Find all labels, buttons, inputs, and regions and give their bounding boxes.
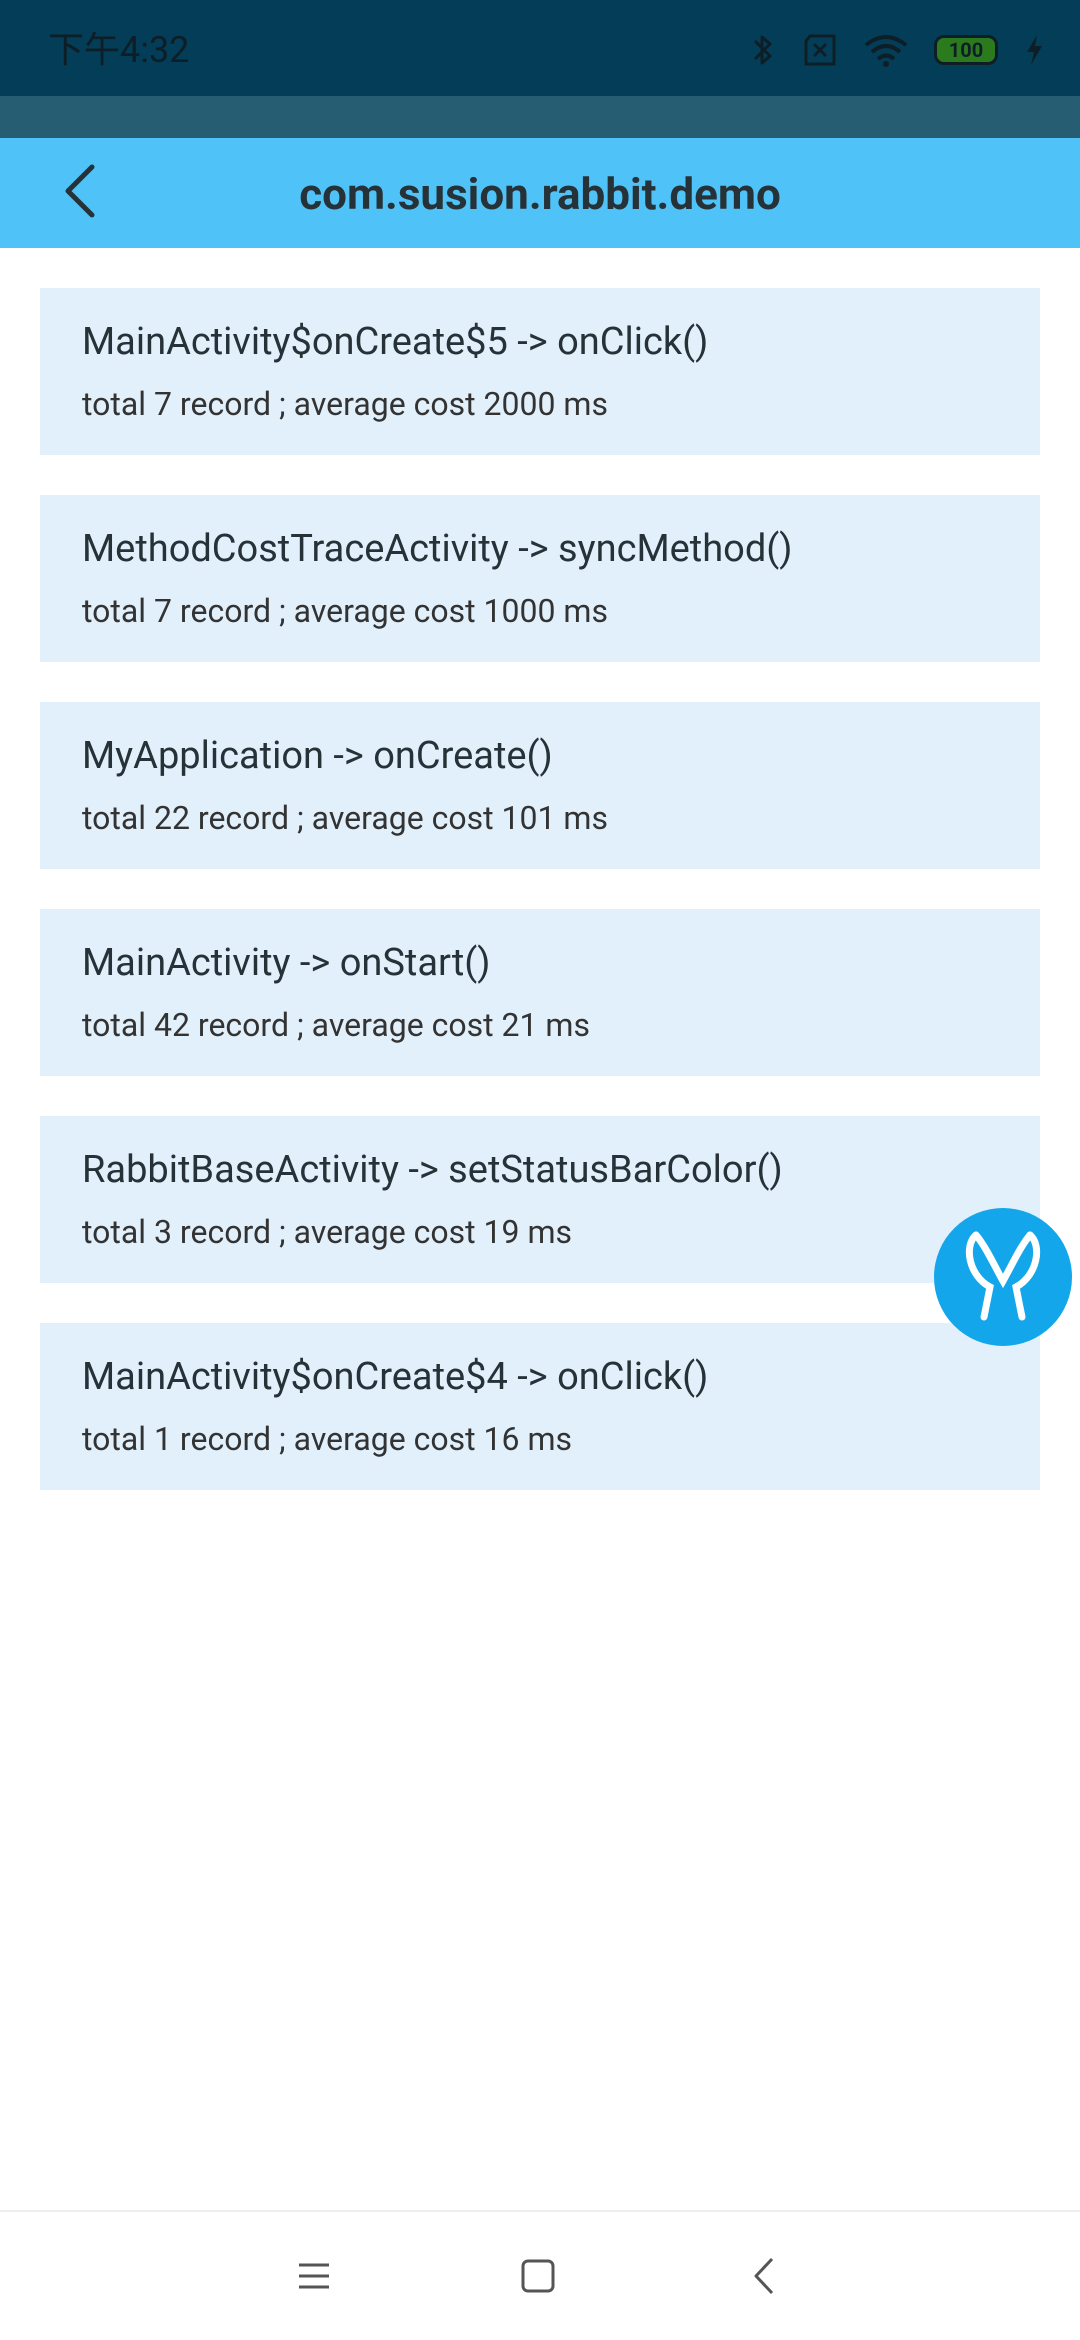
sim-disabled-icon [802, 34, 838, 66]
battery-icon: 100 [934, 35, 998, 65]
battery-level: 100 [948, 38, 984, 62]
method-name: MainActivity$onCreate$4 -> onClick() [82, 1355, 709, 1399]
wifi-icon [864, 33, 908, 67]
cost-summary: total 42 record ; average cost 21 ms [82, 1006, 590, 1044]
back-icon [752, 2256, 776, 2300]
charging-icon [1024, 34, 1044, 66]
toolbar: com.susion.rabbit.demo [0, 138, 1080, 248]
home-icon [520, 2258, 556, 2298]
rabbit-logo-icon [958, 1225, 1048, 1329]
method-cost-list[interactable]: MainActivity$onCreate$5 -> onClick() tot… [40, 288, 1040, 1530]
cost-summary: total 22 record ; average cost 101 ms [82, 799, 608, 837]
method-name: MyApplication -> onCreate() [82, 734, 553, 778]
list-item[interactable]: MainActivity$onCreate$4 -> onClick() tot… [40, 1323, 1040, 1490]
method-name: MainActivity$onCreate$5 -> onClick() [82, 320, 709, 364]
bluetooth-icon [750, 32, 776, 68]
cost-summary: total 1 record ; average cost 16 ms [82, 1420, 573, 1458]
screen: 下午4:32 100 com.susion.rabbit.demo MainAc… [0, 0, 1080, 2340]
list-item[interactable]: MethodCostTraceActivity -> syncMethod() … [40, 495, 1040, 662]
home-button[interactable] [508, 2248, 568, 2308]
page-title: com.susion.rabbit.demo [299, 168, 781, 220]
list-item[interactable]: RabbitBaseActivity -> setStatusBarColor(… [40, 1116, 1040, 1283]
status-bar: 下午4:32 100 [0, 0, 1080, 96]
list-item[interactable]: MyApplication -> onCreate() total 22 rec… [40, 702, 1040, 869]
cost-summary: total 7 record ; average cost 2000 ms [82, 385, 608, 423]
rabbit-floating-button[interactable] [934, 1208, 1072, 1346]
status-time: 下午4:32 [48, 29, 190, 71]
method-name: RabbitBaseActivity -> setStatusBarColor(… [82, 1148, 783, 1192]
menu-icon [297, 2261, 331, 2295]
cost-summary: total 3 record ; average cost 19 ms [82, 1213, 573, 1251]
background-activity-strip [0, 96, 1080, 138]
list-item[interactable]: MainActivity -> onStart() total 42 recor… [40, 909, 1040, 1076]
nav-back-button[interactable] [734, 2248, 794, 2308]
status-icons: 100 [750, 28, 1044, 72]
menu-button[interactable] [284, 2248, 344, 2308]
method-name: MethodCostTraceActivity -> syncMethod() [82, 527, 793, 571]
navigation-bar [0, 2210, 1080, 2340]
method-name: MainActivity -> onStart() [82, 941, 491, 985]
cost-summary: total 7 record ; average cost 1000 ms [82, 592, 608, 630]
list-item[interactable]: MainActivity$onCreate$5 -> onClick() tot… [40, 288, 1040, 455]
